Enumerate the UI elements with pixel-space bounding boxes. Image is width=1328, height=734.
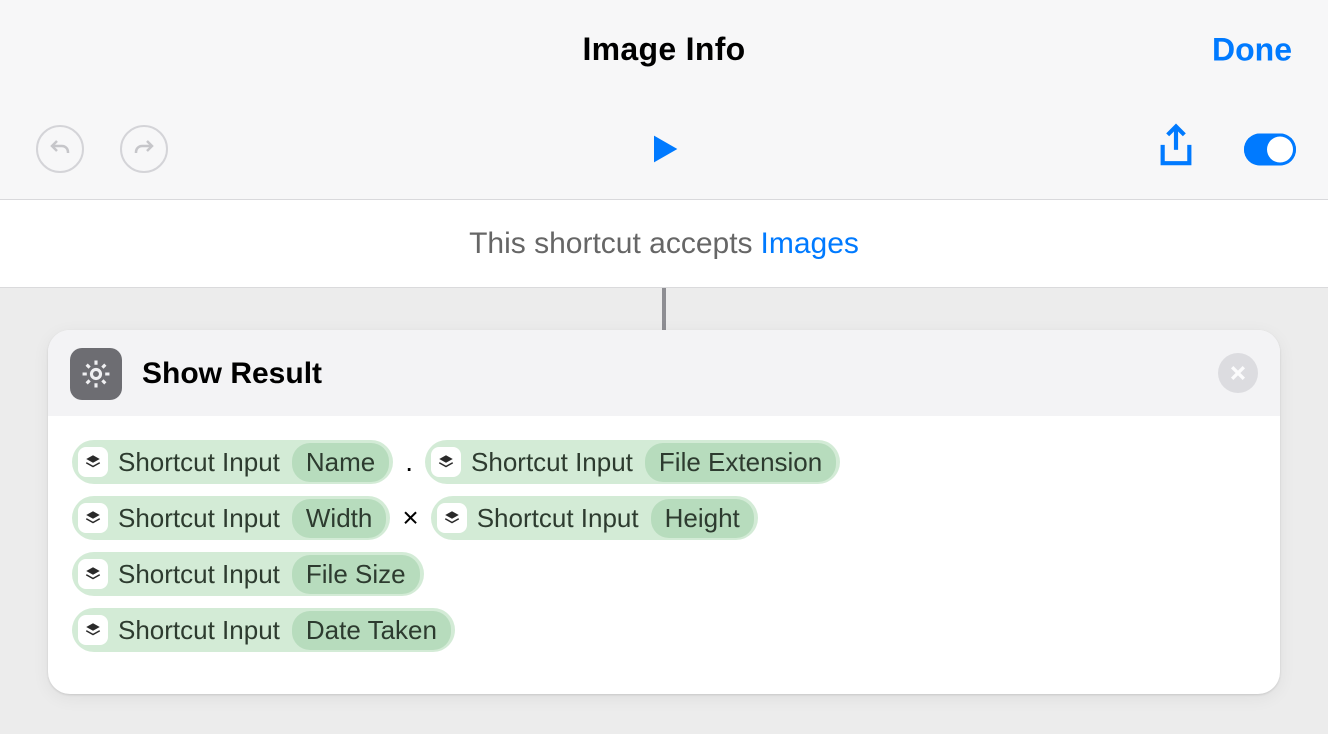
layers-icon bbox=[431, 447, 461, 477]
layers-icon bbox=[78, 447, 108, 477]
redo-icon bbox=[132, 137, 156, 161]
token-row: Shortcut InputFile Size bbox=[72, 552, 1256, 596]
share-button[interactable] bbox=[1156, 123, 1196, 176]
variable-name: Shortcut Input bbox=[118, 447, 290, 478]
variable-token[interactable]: Shortcut InputWidth bbox=[72, 496, 390, 540]
variable-property: File Size bbox=[292, 555, 420, 594]
variable-property: Name bbox=[292, 443, 389, 482]
variable-property: Date Taken bbox=[292, 611, 451, 650]
play-icon bbox=[644, 129, 684, 169]
variable-name: Shortcut Input bbox=[118, 503, 290, 534]
action-card-show-result[interactable]: Show Result Shortcut InputName.Shortcut … bbox=[48, 330, 1280, 694]
action-body[interactable]: Shortcut InputName.Shortcut InputFile Ex… bbox=[48, 416, 1280, 694]
accepts-type-link[interactable]: Images bbox=[761, 227, 859, 261]
separator-text: . bbox=[403, 446, 415, 478]
shortcut-title: Image Info bbox=[582, 31, 745, 68]
layers-icon bbox=[437, 503, 467, 533]
redo-button[interactable] bbox=[120, 125, 168, 173]
variable-token[interactable]: Shortcut InputFile Size bbox=[72, 552, 424, 596]
close-icon bbox=[1228, 363, 1248, 383]
variable-token[interactable]: Shortcut InputName bbox=[72, 440, 393, 484]
action-title: Show Result bbox=[142, 357, 322, 391]
share-icon bbox=[1156, 123, 1196, 171]
layers-icon bbox=[78, 615, 108, 645]
action-header: Show Result bbox=[48, 330, 1280, 416]
header-title-row: Image Info Done bbox=[0, 0, 1328, 100]
variable-token[interactable]: Shortcut InputFile Extension bbox=[425, 440, 840, 484]
undo-button[interactable] bbox=[36, 125, 84, 173]
toolbar-right bbox=[1156, 123, 1296, 176]
settings-toggle[interactable] bbox=[1244, 133, 1296, 165]
token-row: Shortcut InputDate Taken bbox=[72, 608, 1256, 652]
layers-icon bbox=[78, 559, 108, 589]
header-toolbar bbox=[0, 100, 1328, 200]
variable-property: File Extension bbox=[645, 443, 836, 482]
toggle-knob bbox=[1267, 136, 1293, 162]
variable-property: Height bbox=[651, 499, 754, 538]
variable-property: Width bbox=[292, 499, 386, 538]
separator-text: × bbox=[400, 502, 420, 534]
gear-icon bbox=[70, 348, 122, 400]
run-button[interactable] bbox=[644, 129, 684, 169]
undo-icon bbox=[48, 137, 72, 161]
token-row: Shortcut InputWidth×Shortcut InputHeight bbox=[72, 496, 1256, 540]
variable-name: Shortcut Input bbox=[118, 559, 290, 590]
accepts-prefix: This shortcut accepts bbox=[469, 227, 752, 261]
variable-name: Shortcut Input bbox=[471, 447, 643, 478]
layers-icon bbox=[78, 503, 108, 533]
done-button[interactable]: Done bbox=[1212, 31, 1292, 68]
delete-action-button[interactable] bbox=[1218, 353, 1258, 393]
variable-token[interactable]: Shortcut InputDate Taken bbox=[72, 608, 455, 652]
undo-redo-group bbox=[36, 125, 168, 173]
variable-token[interactable]: Shortcut InputHeight bbox=[431, 496, 758, 540]
editor-header: Image Info Done bbox=[0, 0, 1328, 200]
variable-name: Shortcut Input bbox=[118, 615, 290, 646]
flow-connector bbox=[662, 288, 666, 330]
variable-name: Shortcut Input bbox=[477, 503, 649, 534]
accepts-bar[interactable]: This shortcut accepts Images bbox=[0, 200, 1328, 288]
editor-canvas: Show Result Shortcut InputName.Shortcut … bbox=[0, 288, 1328, 734]
token-row: Shortcut InputName.Shortcut InputFile Ex… bbox=[72, 440, 1256, 484]
